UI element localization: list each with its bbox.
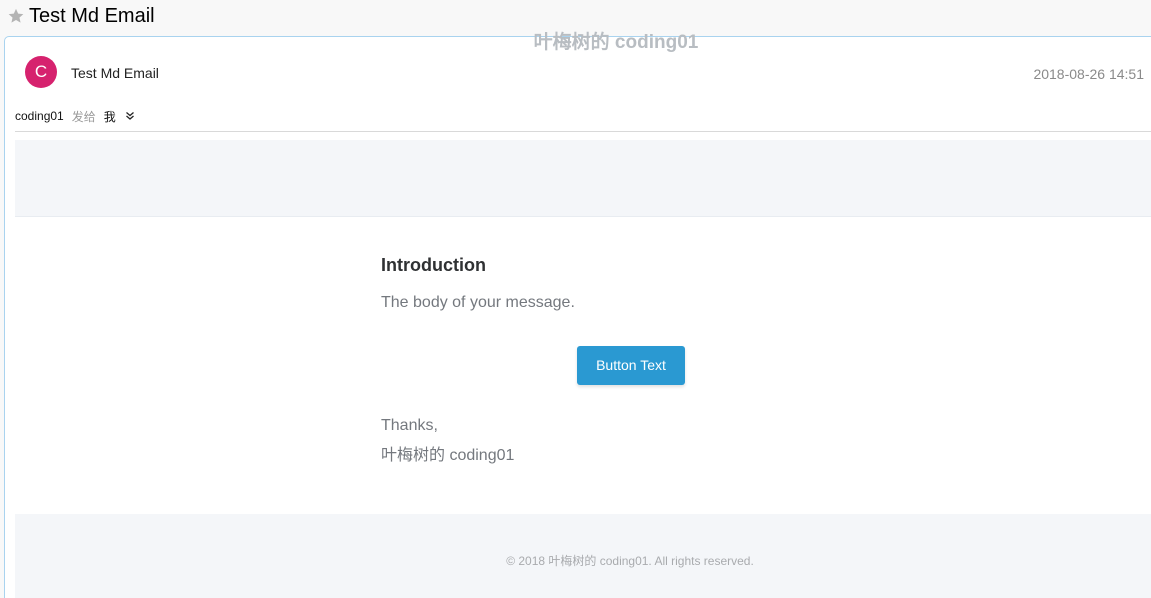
email-body-text: The body of your message. — [381, 294, 575, 311]
email-header — [15, 140, 1151, 217]
double-chevron-down-icon[interactable] — [125, 111, 135, 121]
sent-to-label: 发给 — [71, 109, 96, 124]
message-date: 2018-08-26 14:51 — [1033, 66, 1144, 82]
header-divider — [15, 131, 1151, 132]
mail-subject-title: Test Md Email — [29, 5, 155, 27]
mail-reader: Test Md Email C Test Md Email 2018-08-26… — [0, 0, 1151, 598]
sender-name[interactable]: Test Md Email — [71, 65, 159, 81]
star-icon[interactable] — [7, 7, 25, 25]
sender-avatar[interactable]: C — [25, 56, 57, 88]
email-heading: Introduction — [381, 255, 486, 275]
to-address[interactable]: 我 — [104, 108, 116, 125]
action-button[interactable]: Button Text — [577, 346, 685, 385]
email-signature: 叶梅树的 coding01 — [381, 447, 515, 464]
footer-copyright: © 2018 叶梅树的 coding01. All rights reserve… — [506, 554, 754, 568]
email-brand-link[interactable]: 叶梅树的 coding01 — [0, 27, 1151, 54]
from-address[interactable]: coding01 — [15, 109, 64, 123]
recipients-line: coding01 发给 我 — [15, 107, 135, 125]
email-closing: Thanks, — [381, 417, 438, 434]
